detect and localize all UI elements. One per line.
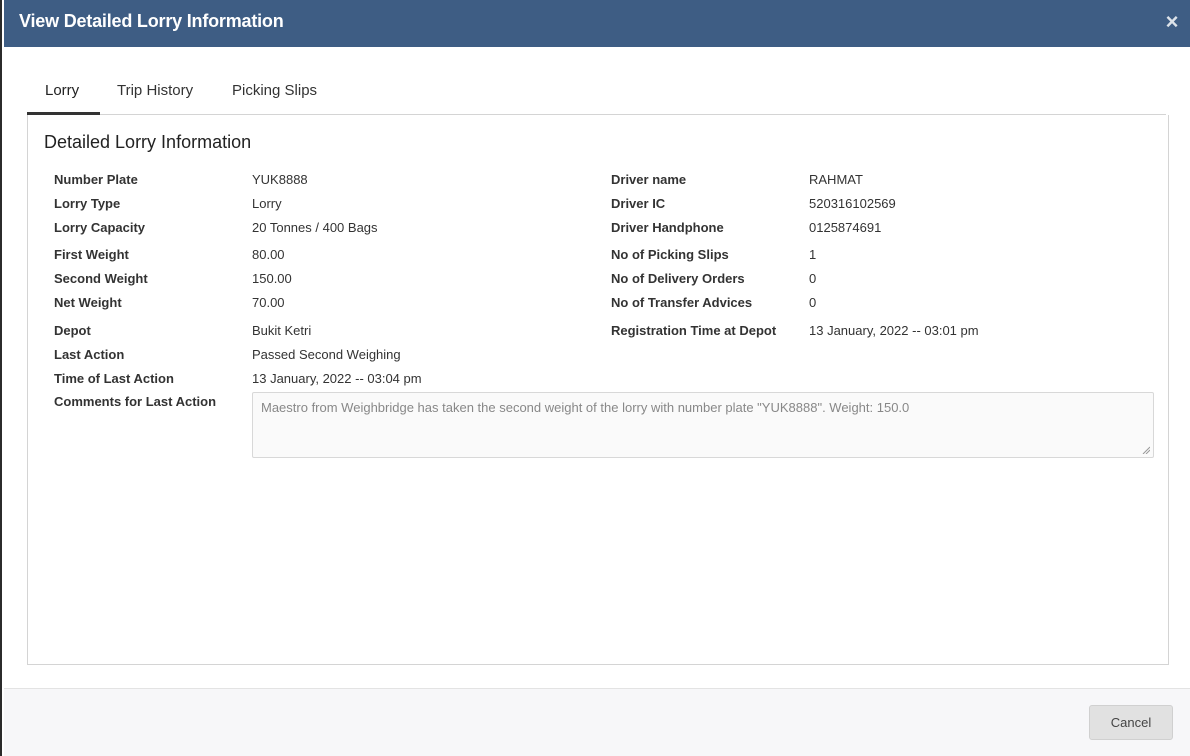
field-label-depot: Depot — [54, 323, 91, 338]
field-label-registration-time: Registration Time at Depot — [611, 323, 777, 338]
cancel-button[interactable]: Cancel — [1089, 705, 1173, 740]
field-label-driver-handphone: Driver Handphone — [611, 220, 724, 235]
field-label-driver-name: Driver name — [611, 172, 687, 187]
field-value-depot: Bukit Ketri — [252, 323, 312, 338]
field-value-lorry-type: Lorry — [252, 196, 282, 211]
field-value-registration-time: 13 January, 2022 -- 03:01 pm — [809, 323, 979, 338]
lorry-detail-panel: Detailed Lorry Information Number Plate … — [27, 115, 1169, 665]
panel-title: Detailed Lorry Information — [44, 132, 252, 152]
field-label-lorry-type: Lorry Type — [54, 196, 121, 211]
field-value-number-plate: YUK8888 — [252, 172, 308, 187]
field-label-second-weight: Second Weight — [54, 271, 148, 286]
field-value-lorry-capacity: 20 Tonnes / 400 Bags — [252, 220, 378, 235]
field-value-net-weight: 70.00 — [252, 295, 285, 310]
modal-header: View Detailed Lorry Information × — [4, 0, 1190, 47]
modal-footer: Cancel — [4, 688, 1190, 756]
comments-textarea[interactable]: Maestro from Weighbridge has taken the s… — [252, 392, 1154, 458]
field-label-driver-ic: Driver IC — [611, 196, 666, 211]
field-label-comments: Comments for Last Action — [54, 394, 217, 409]
field-value-driver-name: RAHMAT — [809, 172, 863, 187]
field-value-time-of-last-action: 13 January, 2022 -- 03:04 pm — [252, 371, 422, 386]
field-value-transfer-advices: 0 — [809, 295, 817, 310]
field-value-delivery-orders: 0 — [809, 271, 817, 286]
field-value-driver-ic: 520316102569 — [809, 196, 896, 211]
modal-title: View Detailed Lorry Information — [19, 11, 284, 31]
tab-picking-slips[interactable]: Picking Slips — [232, 82, 317, 99]
field-label-delivery-orders: No of Delivery Orders — [611, 271, 745, 286]
field-value-picking-slips: 1 — [809, 247, 817, 262]
tab-trip-history[interactable]: Trip History — [117, 82, 193, 99]
field-value-first-weight: 80.00 — [252, 247, 285, 262]
field-label-lorry-capacity: Lorry Capacity — [54, 220, 146, 235]
resize-grip-icon[interactable] — [1142, 446, 1150, 454]
field-label-last-action: Last Action — [54, 347, 125, 362]
field-label-time-of-last-action: Time of Last Action — [54, 371, 174, 386]
field-label-number-plate: Number Plate — [54, 172, 138, 187]
field-label-net-weight: Net Weight — [54, 295, 122, 310]
tab-bar: Lorry Trip History Picking Slips — [27, 74, 1166, 115]
field-label-first-weight: First Weight — [54, 247, 129, 262]
field-label-picking-slips: No of Picking Slips — [611, 247, 729, 262]
field-value-driver-handphone: 0125874691 — [809, 220, 882, 235]
field-value-second-weight: 150.00 — [252, 271, 292, 286]
tab-lorry[interactable]: Lorry — [45, 82, 79, 99]
close-icon[interactable]: × — [1162, 10, 1182, 34]
field-value-last-action: Passed Second Weighing — [252, 347, 401, 362]
lorry-info-modal: View Detailed Lorry Information × Lorry … — [0, 0, 1190, 756]
field-label-transfer-advices: No of Transfer Advices — [611, 295, 753, 310]
